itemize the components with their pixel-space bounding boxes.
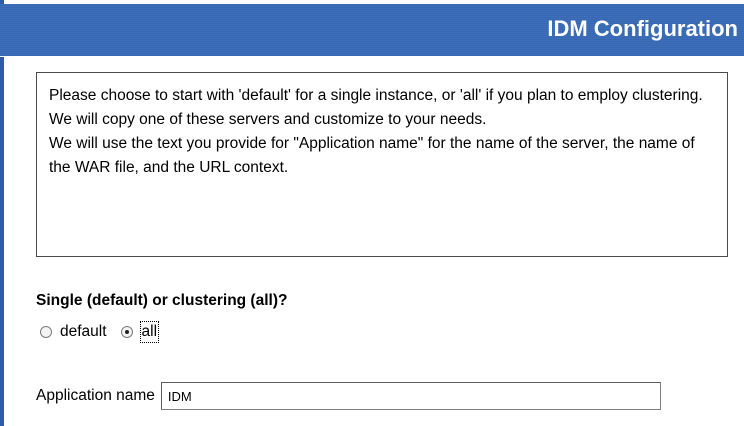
instructions-box: Please choose to start with 'default' fo… <box>36 72 728 257</box>
clustering-question: Single (default) or clustering (all)? <box>36 292 288 309</box>
radio-option-default[interactable]: default <box>40 322 107 342</box>
radio-option-all[interactable]: all <box>120 321 160 343</box>
radio-default-indicator[interactable] <box>40 326 52 338</box>
header-banner: IDM Configuration <box>0 4 744 57</box>
application-name-label: Application name <box>36 387 155 404</box>
instructions-paragraph-1: Please choose to start with 'default' fo… <box>49 87 703 128</box>
left-rail <box>0 0 4 426</box>
application-name-input[interactable] <box>160 382 661 410</box>
radio-all-label[interactable]: all <box>139 321 160 343</box>
page-title: IDM Configuration <box>547 16 738 41</box>
application-name-row: Application name <box>36 382 661 410</box>
radio-all-indicator[interactable] <box>120 326 133 338</box>
clustering-radio-group: default all <box>40 320 172 344</box>
radio-default-label[interactable]: default <box>60 322 107 342</box>
instructions-paragraph-2: We will use the text you provide for "Ap… <box>49 135 695 176</box>
